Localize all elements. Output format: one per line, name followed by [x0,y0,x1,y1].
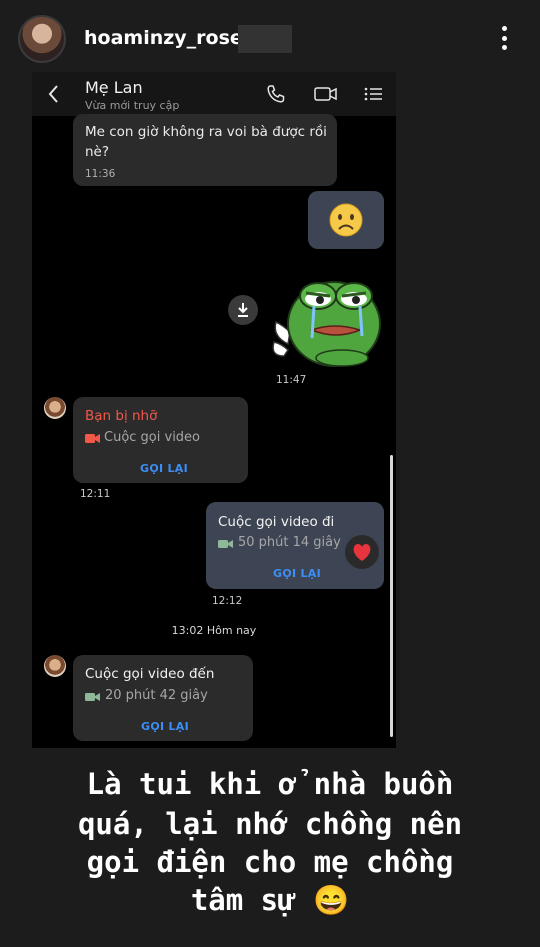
caption-line: Là tui khi ở nhà buồn [86,767,454,801]
missed-call-type: Cuộc gọi video [104,430,201,445]
missed-call-card[interactable]: Bạn bị nhỡ Cuộc gọi video GỌI LẠI [73,397,248,483]
video-camera-icon [85,434,100,443]
sticker-time: 11:47 [276,374,307,386]
call-back-button[interactable]: GỌI LẠI [140,462,188,475]
date-divider: 13:02 Hôm nay [171,624,257,637]
outgoing-call-time: 12:12 [212,595,243,607]
back-icon[interactable] [46,84,62,104]
caption-line: quá, lại nhớ chồng nên [77,807,463,841]
story-username[interactable]: hoaminzy_rose [84,27,243,49]
video-camera-icon [218,540,233,548]
contact-status: Vừa mới truy cập [85,99,180,112]
missed-call-label: Bạn bị nhỡ [85,408,158,424]
caption-line: tâm sự 😄 [190,883,350,917]
contact-avatar [44,397,66,419]
crying-frog-sticker[interactable] [270,266,386,370]
video-camera-icon [85,693,100,701]
incoming-message[interactable]: Me con giờ không ra voi bà được rồi nè? … [73,114,337,186]
message-line: Me con giờ không ra voi bà được rồi [85,124,327,140]
contact-avatar [44,655,66,677]
video-icon[interactable] [313,84,339,104]
chat-screenshot: Mẹ Lan Vừa mới truy cập Me con giờ không… [32,72,396,748]
incoming-call-card[interactable]: Cuộc gọi video đến 20 phút 42 giây GỌI L… [73,655,253,741]
menu-icon[interactable] [363,84,385,104]
missed-call-time: 12:11 [80,488,111,500]
scrollbar[interactable] [390,455,393,737]
heart-icon[interactable] [344,534,380,570]
outgoing-emoji-message[interactable] [308,191,384,249]
download-icon[interactable] [228,295,258,325]
sad-face-emoji-icon [329,203,363,237]
redacted-block [238,25,292,53]
message-time: 11:36 [85,168,116,180]
call-back-button[interactable]: GỌI LẠI [141,720,189,733]
caption-line: gọi điện cho mẹ chồng [86,845,454,879]
story-header: hoaminzy_rose [0,0,540,78]
incoming-call-duration: 20 phút 42 giây [105,688,208,703]
outgoing-call-title: Cuộc gọi video đi [218,514,335,530]
more-options-icon[interactable] [494,24,514,52]
incoming-call-title: Cuộc gọi video đến [85,666,215,682]
contact-name: Mẹ Lan [85,78,143,97]
call-back-button[interactable]: GỌI LẠI [273,567,321,580]
chat-header: Mẹ Lan Vừa mới truy cập [32,72,396,116]
avatar[interactable] [18,15,66,63]
message-line: nè? [85,144,110,160]
phone-icon[interactable] [265,84,287,104]
outgoing-call-duration: 50 phút 14 giây [238,535,341,550]
